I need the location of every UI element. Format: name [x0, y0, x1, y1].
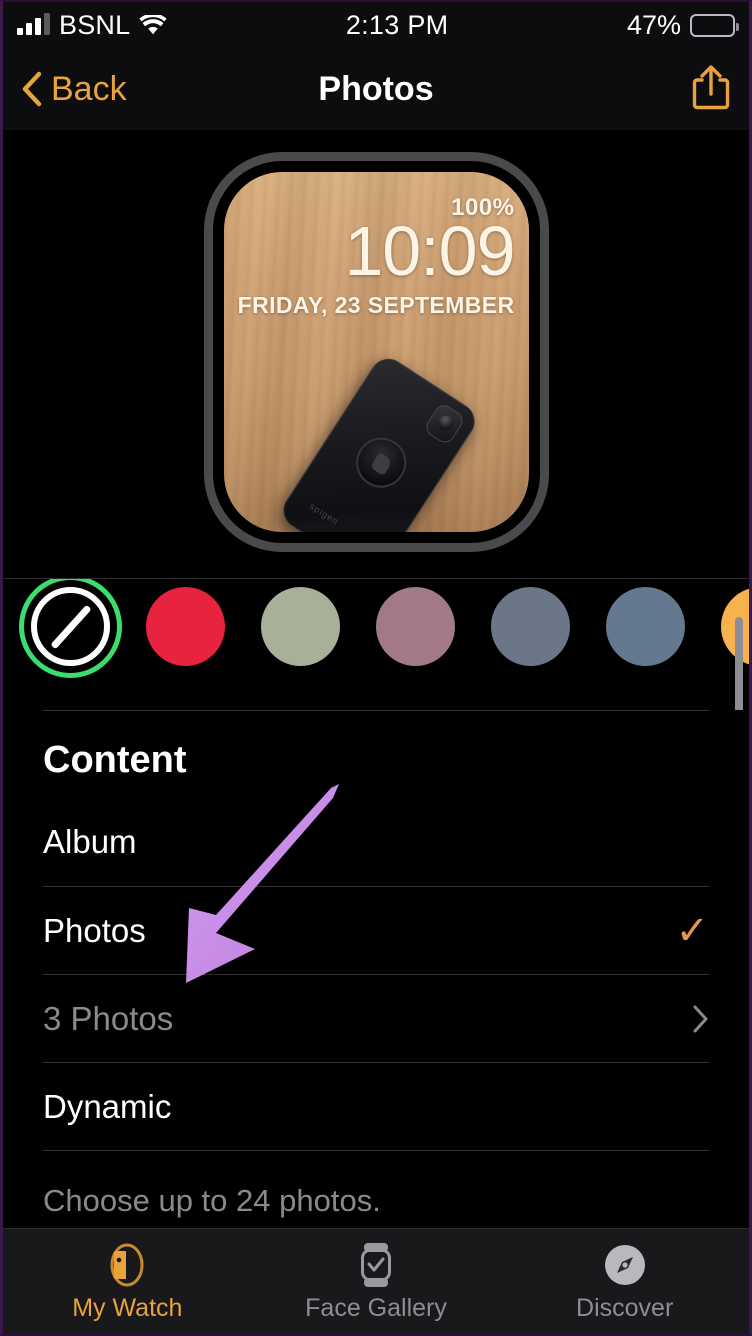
color-swatch-row[interactable] [3, 579, 749, 710]
content-row[interactable]: Dynamic [43, 1062, 709, 1150]
color-swatch-sage[interactable] [261, 587, 340, 666]
color-swatch-red[interactable] [146, 587, 225, 666]
watch-check-icon [355, 1241, 397, 1289]
watch-bezel: spigen 100% 10:09 FRIDAY, 23 SEPTEMBER [203, 151, 549, 552]
tab-my-watch[interactable]: My Watch [3, 1229, 252, 1334]
phone-screen: BSNL 2:13 PM 47% Back Photos spigen 100%… [0, 0, 752, 1336]
content-row-label: 3 Photos [43, 999, 174, 1037]
status-bar-center: 2:13 PM [167, 10, 627, 41]
tab-bar: My Watch Face Gallery Discover [3, 1228, 749, 1334]
content-row-label: Dynamic [43, 1087, 172, 1125]
section-footer-note: Choose up to 24 photos. [43, 1150, 709, 1219]
section-header-content: Content [43, 710, 709, 798]
content-row-label: Photos [43, 911, 146, 949]
phone-brand-text: spigen [307, 500, 341, 527]
color-swatch-strip[interactable] [3, 578, 749, 710]
color-swatch-none[interactable] [31, 587, 110, 666]
content-rows: Album Photos ✓ 3 Photos Dynamic [3, 798, 749, 1150]
tab-label-face-gallery: Face Gallery [305, 1293, 447, 1322]
watch-face-preview[interactable]: spigen 100% 10:09 FRIDAY, 23 SEPTEMBER [3, 130, 749, 573]
battery-icon [690, 13, 739, 37]
color-swatch-steel-blue[interactable] [606, 587, 685, 666]
content-row[interactable]: Album [43, 798, 709, 886]
share-icon [691, 64, 731, 115]
back-label: Back [51, 69, 127, 108]
back-button[interactable]: Back [21, 70, 127, 109]
content-row[interactable]: 3 Photos [43, 974, 709, 1062]
tab-discover[interactable]: Discover [500, 1229, 749, 1334]
chevron-left-icon [21, 71, 43, 107]
battery-percent-label: 47% [626, 9, 681, 40]
tab-label-my-watch: My Watch [72, 1293, 183, 1322]
carrier-label: BSNL [59, 9, 131, 40]
watch-screen: spigen 100% 10:09 FRIDAY, 23 SEPTEMBER [223, 171, 529, 532]
phone-camera-module [422, 400, 466, 446]
tab-label-discover: Discover [576, 1293, 674, 1322]
navigation-bar: Back Photos [3, 48, 749, 130]
status-bar: BSNL 2:13 PM 47% [3, 2, 749, 48]
content-section: Content Album Photos ✓ 3 Photos Dynamic Choo… [3, 710, 749, 1228]
vertical-scrollbar[interactable] [735, 617, 743, 710]
status-bar-left: BSNL [17, 10, 167, 41]
cellular-bars-icon [17, 13, 50, 35]
watch-face-date: FRIDAY, 23 SEPTEMBER [237, 291, 515, 318]
content-row[interactable]: Photos ✓ [43, 886, 709, 974]
status-bar-right: 47% [626, 9, 739, 41]
compass-icon [602, 1241, 648, 1289]
color-swatch-slate[interactable] [491, 587, 570, 666]
chevron-right-icon [692, 1004, 709, 1034]
status-bar-clock: 2:13 PM [345, 9, 449, 40]
wifi-icon [139, 12, 167, 36]
tab-face-gallery[interactable]: Face Gallery [252, 1229, 501, 1334]
watch-face-time: 10:09 [344, 211, 515, 290]
color-swatch-mauve[interactable] [376, 587, 455, 666]
watch-icon [106, 1241, 148, 1289]
share-button[interactable] [691, 63, 731, 116]
content-row-label: Album [43, 823, 137, 860]
phone-logo-cutout [346, 427, 416, 497]
checkmark-icon: ✓ [675, 908, 709, 953]
